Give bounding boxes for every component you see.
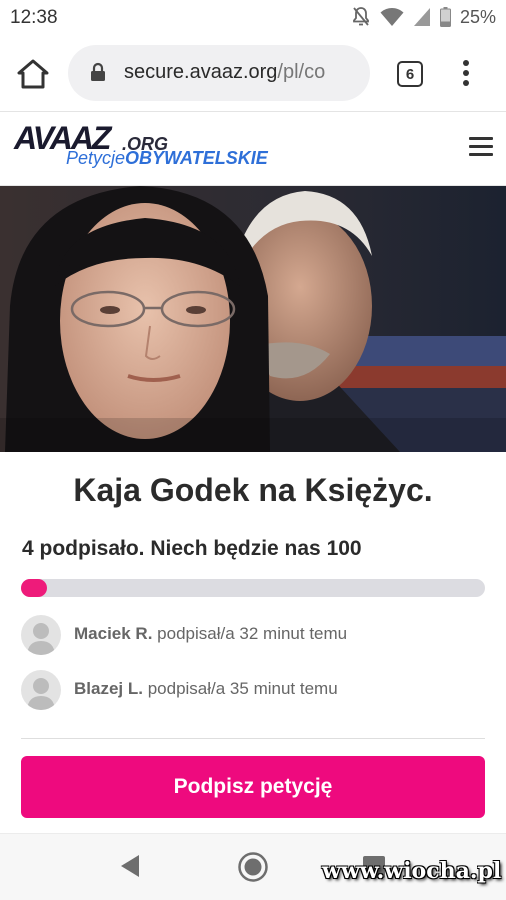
wifi-icon: [380, 8, 404, 26]
watermark: www.wiocha.pl: [322, 858, 502, 884]
signature-goal: 4 podpisało. Niech będzie nas 100: [22, 537, 362, 560]
tabs-icon[interactable]: 6: [397, 61, 423, 87]
signer-text: Maciek R. podpisał/a 32 minut temu: [74, 624, 347, 644]
browser-toolbar: secure.avaaz.org/pl/co 6: [0, 36, 506, 112]
logo-sub-2: OBYWATELSKIE: [125, 148, 268, 168]
logo-subtitle: PetycjeOBYWATELSKIE: [66, 148, 268, 169]
signer-name: Blazej L.: [74, 679, 143, 698]
avatar: [21, 670, 61, 710]
signer-text: Blazej L. podpisał/a 35 minut temu: [74, 679, 338, 699]
sign-petition-button[interactable]: Podpisz petycję: [21, 756, 485, 818]
recent-signer-1: Maciek R. podpisał/a 32 minut temu: [21, 615, 491, 655]
more-vert-icon[interactable]: [456, 58, 476, 90]
hamburger-menu-icon[interactable]: [469, 137, 493, 157]
avatar: [21, 615, 61, 655]
logo-sub-1: Petycje: [66, 148, 126, 168]
home-icon[interactable]: [16, 58, 50, 90]
url-host: secure.avaaz.org: [124, 61, 278, 83]
sign-cta-area: Podpisz petycję: [0, 741, 506, 833]
signal-icon: [413, 8, 430, 26]
recent-signer-2: Blazej L. podpisał/a 35 minut temu: [21, 670, 491, 710]
signer-action: podpisał/a 35 minut temu: [147, 679, 338, 698]
back-icon[interactable]: [119, 854, 141, 878]
home-nav-icon[interactable]: [237, 851, 269, 883]
status-time: 12:38: [10, 7, 58, 28]
petition-title: Kaja Godek na Księżyc.: [73, 472, 433, 508]
avaaz-logo[interactable]: AVAAZ .ORG PetycjeOBYWATELSKIE: [14, 122, 268, 178]
signer-action: podpisał/a 32 minut temu: [157, 624, 348, 643]
signer-name: Maciek R.: [74, 624, 153, 643]
address-bar[interactable]: secure.avaaz.org/pl/co: [68, 45, 370, 101]
hero-image: [0, 186, 506, 452]
lock-icon: [91, 62, 105, 81]
url-text[interactable]: secure.avaaz.org/pl/co: [124, 61, 364, 84]
notifications-off-icon: [353, 7, 369, 26]
status-bar: 12:38 25%: [0, 0, 506, 36]
battery-percent: 25%: [459, 6, 496, 27]
signature-progress-bar: [21, 579, 485, 597]
battery-icon: [439, 7, 451, 27]
tab-count: 6: [405, 65, 415, 83]
divider: [21, 738, 485, 739]
hero-photo: [0, 186, 506, 452]
status-icons: 25%: [351, 6, 496, 28]
progress-fill: [21, 579, 47, 597]
site-header: AVAAZ .ORG PetycjeOBYWATELSKIE: [0, 112, 506, 186]
url-path: /pl/co: [277, 61, 326, 83]
